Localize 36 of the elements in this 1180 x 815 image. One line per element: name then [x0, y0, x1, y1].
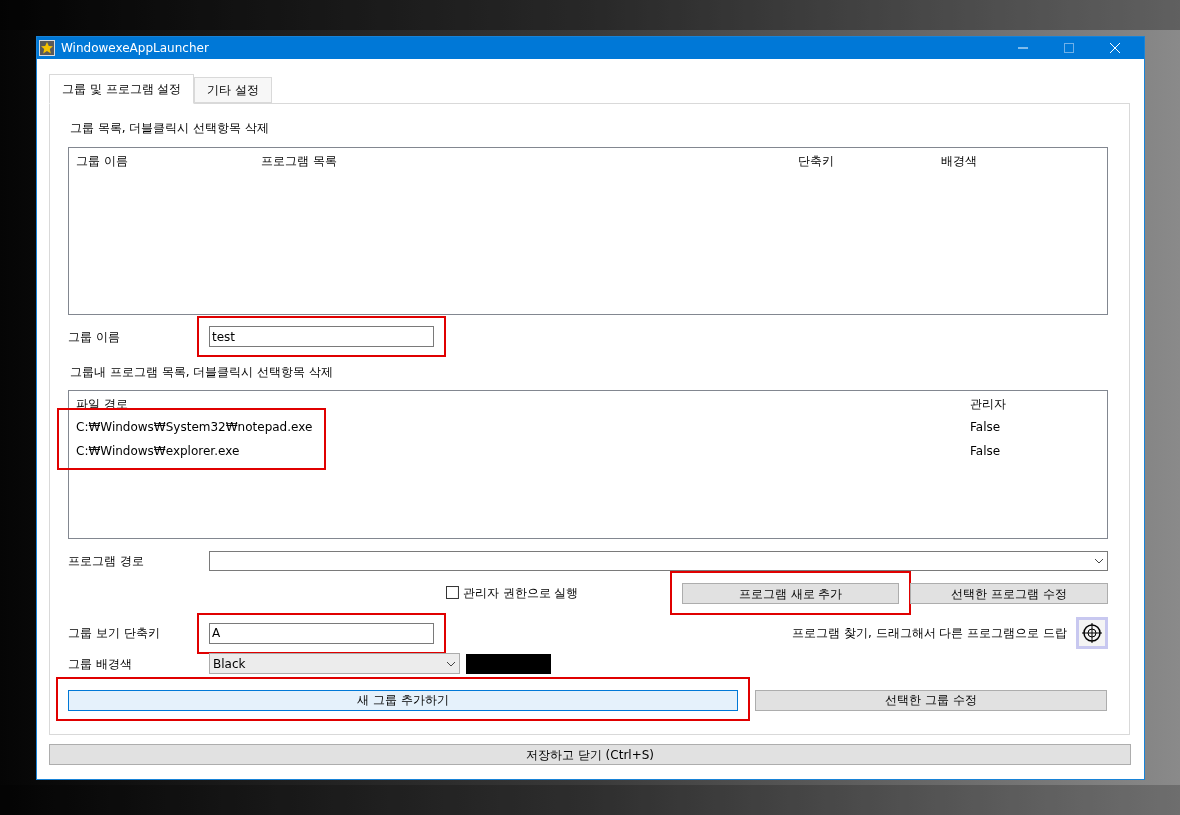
chevron-down-icon — [1094, 558, 1104, 564]
chevron-down-icon — [446, 660, 456, 667]
program-path-dropdown[interactable] — [209, 551, 1108, 571]
action-button[interactable]: 프로그램 새로 추가 — [682, 583, 900, 604]
background-color-dropdown[interactable]: Black — [209, 653, 460, 674]
column-header[interactable]: 관리자 — [963, 395, 1063, 413]
file-path-cell-text: C:₩Windows₩explorer.exe — [76, 443, 241, 460]
close-icon[interactable] — [1110, 43, 1120, 53]
action-button[interactable]: 선택한 그룹 수정 — [755, 689, 1107, 711]
group-list[interactable]: 그룹 이름 프로그램 목록 단축키 배경색 — [68, 147, 1108, 315]
column-header[interactable]: 프로그램 목록 — [254, 152, 791, 170]
tab[interactable]: 그룹 및 프로그램 설정 — [49, 74, 195, 104]
list-caption: 그룹내 프로그램 목록, 더블클릭시 선택항목 삭제 — [70, 364, 334, 381]
star-icon — [39, 40, 55, 56]
list-caption: 그룹 목록, 더블클릭시 선택항목 삭제 — [70, 120, 271, 137]
tab[interactable]: 기타 설정 — [194, 77, 273, 103]
file-path-cell-text: C:₩Windows₩System32₩notepad.exe — [76, 419, 314, 436]
column-header[interactable]: 배경색 — [934, 152, 1084, 170]
admin-cell-text: False — [970, 443, 1001, 460]
crosshair-icon[interactable] — [1076, 617, 1108, 649]
action-button[interactable]: 선택한 프로그램 수정 — [910, 583, 1108, 604]
finder-hint: 프로그램 찾기, 드래그해서 다른 프로그램으로 드랍 — [792, 625, 1067, 642]
field-label: 그룹 배경색 — [68, 655, 133, 673]
field-label: 그룹 이름 — [68, 328, 121, 346]
checkbox[interactable] — [445, 586, 459, 599]
save-button[interactable]: 저장하고 닫기 (Ctrl+S) — [49, 744, 1131, 765]
field-label: 프로그램 경로 — [68, 553, 145, 570]
field-label: 그룹 보기 단축키 — [68, 625, 161, 642]
shortcut-field[interactable]: A — [209, 622, 434, 644]
column-header[interactable]: 그룹 이름 — [69, 152, 254, 170]
group-name-field[interactable]: test — [209, 326, 434, 347]
window-title: WindowexeAppLauncher — [61, 40, 209, 57]
admin-cell-text: False — [970, 419, 1001, 436]
column-header[interactable]: 단축키 — [791, 152, 934, 170]
action-button[interactable]: 새 그룹 추가하기 — [68, 689, 738, 711]
checkbox-label[interactable]: 관리자 권한으로 실행 — [462, 583, 683, 602]
